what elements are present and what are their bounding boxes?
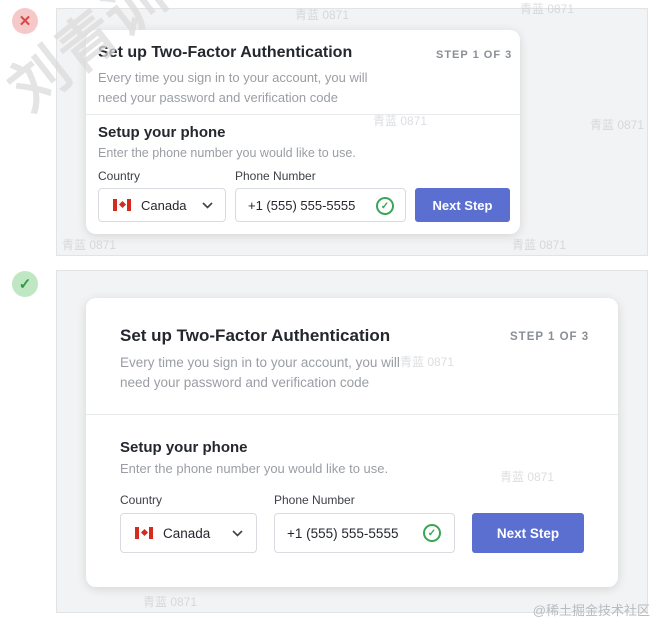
- section-description: Enter the phone number you would like to…: [98, 146, 356, 160]
- watermark-small: 青蓝 0871: [295, 8, 350, 22]
- next-step-button[interactable]: Next Step: [415, 188, 510, 222]
- watermark-small: 青蓝 0871: [400, 355, 455, 369]
- phone-label: Phone Number: [274, 493, 355, 507]
- divider: [86, 414, 618, 415]
- chevron-down-icon: [202, 202, 213, 209]
- watermark-small: 青蓝 0871: [520, 2, 575, 16]
- card-description-line1: Every time you sign in to your account, …: [98, 70, 368, 85]
- two-factor-card-bad: Set up Two-Factor Authentication STEP 1 …: [86, 30, 520, 234]
- source-credit: @稀土掘金技术社区: [532, 603, 650, 618]
- phone-value: +1 (555) 555-5555: [287, 525, 399, 541]
- section-description: Enter the phone number you would like to…: [120, 461, 389, 476]
- watermark-small: 青蓝 0871: [500, 470, 555, 484]
- country-select[interactable]: Canada: [120, 513, 257, 553]
- chevron-down-icon: [232, 530, 243, 537]
- divider: [86, 114, 520, 115]
- step-indicator: STEP 1 OF 3: [510, 331, 590, 343]
- country-select[interactable]: Canada: [98, 188, 226, 222]
- watermark-small: 青蓝 0871: [62, 238, 117, 252]
- phone-label: Phone Number: [235, 169, 316, 183]
- watermark-small: 青蓝 0871: [590, 118, 645, 132]
- phone-input[interactable]: +1 (555) 555-5555 ✓: [274, 513, 455, 553]
- watermark-small: 青蓝 0871: [512, 238, 567, 252]
- canada-flag-icon: [113, 199, 131, 211]
- check-icon: ✓: [18, 276, 32, 293]
- card-description-line1: Every time you sign in to your account, …: [120, 355, 400, 370]
- next-step-button[interactable]: Next Step: [472, 513, 584, 553]
- country-value: Canada: [163, 525, 211, 541]
- card-description-line2: need your password and verification code: [98, 90, 338, 105]
- country-label: Country: [120, 493, 163, 507]
- country-label: Country: [98, 169, 141, 183]
- two-factor-card-good: Set up Two-Factor Authentication STEP 1 …: [86, 298, 618, 587]
- country-value: Canada: [141, 197, 187, 213]
- phone-value: +1 (555) 555-5555: [248, 197, 356, 213]
- good-example-badge: ✓: [12, 271, 38, 297]
- section-title: Setup your phone: [98, 124, 226, 141]
- section-title: Setup your phone: [120, 439, 248, 456]
- watermark-small: 青蓝 0871: [373, 114, 428, 128]
- card-title: Set up Two-Factor Authentication: [120, 326, 391, 345]
- step-indicator: STEP 1 OF 3: [436, 49, 513, 61]
- watermark-small: 青蓝 0871: [143, 595, 198, 609]
- card-description-line2: need your password and verification code: [120, 375, 370, 390]
- canada-flag-icon: [135, 527, 153, 539]
- valid-check-icon: ✓: [376, 197, 394, 215]
- valid-check-icon: ✓: [423, 524, 441, 542]
- phone-input[interactable]: +1 (555) 555-5555 ✓: [235, 188, 406, 222]
